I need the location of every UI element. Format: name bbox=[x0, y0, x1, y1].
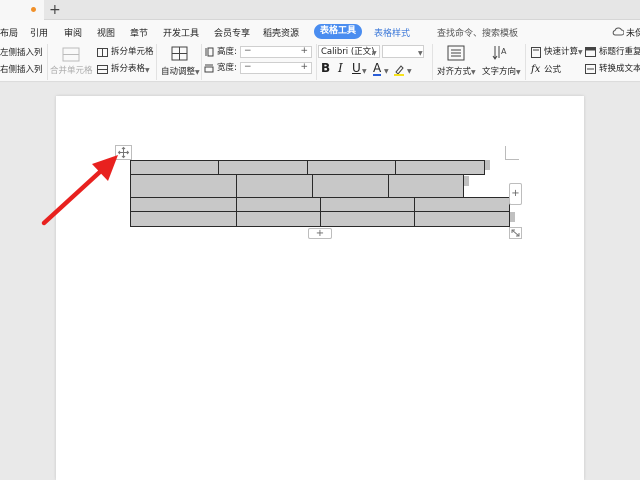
add-column-button[interactable]: + bbox=[509, 183, 522, 205]
table-cell[interactable] bbox=[130, 174, 237, 198]
tab-table-style[interactable]: 表格样式 bbox=[374, 26, 410, 39]
new-tab-button[interactable]: + bbox=[49, 1, 61, 19]
alignment-button[interactable]: 对齐方式 bbox=[437, 67, 471, 78]
insert-column-right-button[interactable]: 右侧插入列 bbox=[0, 65, 43, 76]
height-stepper[interactable]: − + bbox=[240, 46, 312, 58]
table-cell[interactable] bbox=[320, 211, 415, 227]
cloud-save-status[interactable]: 未保 bbox=[626, 26, 640, 39]
split-table-dropdown-icon[interactable]: ▼ bbox=[145, 67, 150, 74]
menu-references[interactable]: 引用 bbox=[30, 26, 48, 39]
menu-docer[interactable]: 稻壳资源 bbox=[263, 26, 299, 39]
italic-button[interactable]: I bbox=[338, 63, 343, 74]
font-color-dropdown-icon[interactable]: ▼ bbox=[384, 68, 389, 75]
split-table-button[interactable]: 拆分表格 bbox=[111, 64, 145, 75]
insert-column-left-button[interactable]: 左侧插入列 bbox=[0, 48, 43, 59]
merge-cells-button[interactable]: 合并单元格 bbox=[50, 66, 93, 77]
table-cell[interactable] bbox=[130, 160, 219, 175]
width-stepper[interactable]: − + bbox=[240, 62, 312, 74]
split-cells-icon bbox=[97, 48, 108, 57]
menu-member[interactable]: 会员专享 bbox=[214, 26, 250, 39]
width-label: 宽度: bbox=[217, 63, 237, 74]
text-direction-dropdown-icon[interactable]: ▼ bbox=[516, 69, 521, 76]
text-direction-button[interactable]: 文字方向 bbox=[482, 67, 516, 78]
text-direction-icon: A bbox=[492, 45, 508, 62]
table-cell[interactable] bbox=[130, 211, 237, 227]
header-repeat-button[interactable]: 标题行重复 bbox=[599, 47, 640, 58]
menu-sections[interactable]: 章节 bbox=[130, 26, 148, 39]
table-cell[interactable] bbox=[312, 174, 389, 198]
formula-icon: fx bbox=[531, 64, 540, 75]
width-increase-button[interactable]: + bbox=[300, 62, 308, 72]
convert-to-text-icon bbox=[585, 64, 596, 74]
table-cell[interactable] bbox=[414, 211, 510, 227]
underline-dropdown-icon[interactable]: ▼ bbox=[362, 68, 367, 75]
formula-button[interactable]: 公式 bbox=[544, 65, 561, 76]
font-name-select[interactable]: Calibri (正文) bbox=[318, 45, 380, 58]
header-repeat-icon bbox=[585, 47, 596, 57]
menu-view[interactable]: 视图 bbox=[97, 26, 115, 39]
auto-fit-icon bbox=[171, 45, 188, 62]
table-cell[interactable] bbox=[236, 197, 321, 212]
font-name-value: Calibri (正文) bbox=[321, 47, 374, 58]
auto-fit-button[interactable]: 自动调整 bbox=[161, 67, 195, 78]
width-decrease-button[interactable]: − bbox=[244, 62, 252, 72]
merge-cells-icon bbox=[62, 47, 80, 62]
menu-developer[interactable]: 开发工具 bbox=[163, 26, 199, 39]
table-resize-handle[interactable] bbox=[509, 227, 522, 239]
title-bar: + bbox=[0, 0, 640, 20]
unsaved-dot-icon bbox=[31, 7, 36, 12]
font-name-dropdown-icon[interactable]: ▼ bbox=[372, 50, 377, 57]
split-table-icon bbox=[97, 65, 108, 74]
height-increase-button[interactable]: + bbox=[300, 46, 308, 56]
font-size-dropdown-icon[interactable]: ▼ bbox=[418, 50, 423, 57]
quick-calc-dropdown-icon[interactable]: ▼ bbox=[578, 49, 583, 56]
height-label: 高度: bbox=[217, 47, 237, 58]
row-height-icon bbox=[204, 47, 214, 57]
svg-text:A: A bbox=[501, 47, 507, 56]
convert-to-text-button[interactable]: 转换成文本 bbox=[599, 64, 640, 75]
align-icon bbox=[447, 45, 465, 61]
ribbon-toolbar: 左侧插入列 右侧插入列 合并单元格 拆分单元格 拆分表格 ▼ 自动调整 ▼ 高度… bbox=[0, 42, 640, 82]
cloud-icon bbox=[612, 27, 624, 36]
add-row-button[interactable]: + bbox=[308, 228, 332, 239]
page-margin-corner bbox=[505, 146, 519, 160]
font-color-button[interactable]: A bbox=[373, 63, 381, 76]
split-cells-button[interactable]: 拆分单元格 bbox=[111, 47, 154, 58]
document-tab[interactable] bbox=[0, 0, 44, 20]
table-cell[interactable] bbox=[218, 160, 308, 175]
auto-fit-dropdown-icon[interactable]: ▼ bbox=[195, 69, 200, 76]
calculator-icon bbox=[531, 47, 541, 58]
highlight-icon[interactable] bbox=[393, 64, 405, 76]
bold-button[interactable]: B bbox=[321, 63, 330, 74]
menu-bar: 布局 引用 审阅 视图 章节 开发工具 会员专享 稻壳资源 表格工具 表格样式 … bbox=[0, 20, 640, 42]
table-cell[interactable] bbox=[395, 160, 485, 175]
quick-calc-button[interactable]: 快速计算 bbox=[544, 47, 578, 58]
table-cell[interactable] bbox=[130, 197, 237, 212]
row-end-marker bbox=[485, 160, 490, 170]
resize-icon bbox=[510, 228, 521, 238]
table-cell[interactable] bbox=[236, 211, 321, 227]
underline-button[interactable]: U bbox=[352, 63, 361, 74]
height-decrease-button[interactable]: − bbox=[244, 46, 252, 56]
table-cell[interactable] bbox=[320, 197, 415, 212]
highlight-dropdown-icon[interactable]: ▼ bbox=[407, 68, 412, 75]
column-width-icon bbox=[204, 63, 214, 73]
table-cell[interactable] bbox=[236, 174, 313, 198]
menu-review[interactable]: 审阅 bbox=[64, 26, 82, 39]
annotation-arrow-icon bbox=[38, 150, 122, 230]
command-search-input[interactable]: 查找命令、搜索模板 bbox=[437, 26, 518, 39]
row-end-marker bbox=[510, 212, 515, 222]
menu-layout[interactable]: 布局 bbox=[0, 26, 18, 39]
row-end-marker bbox=[464, 176, 469, 186]
table-cell[interactable] bbox=[388, 174, 464, 198]
table-cell[interactable] bbox=[414, 197, 510, 212]
table-cell[interactable] bbox=[307, 160, 396, 175]
alignment-dropdown-icon[interactable]: ▼ bbox=[471, 69, 476, 76]
tab-table-tools[interactable]: 表格工具 bbox=[314, 24, 362, 39]
